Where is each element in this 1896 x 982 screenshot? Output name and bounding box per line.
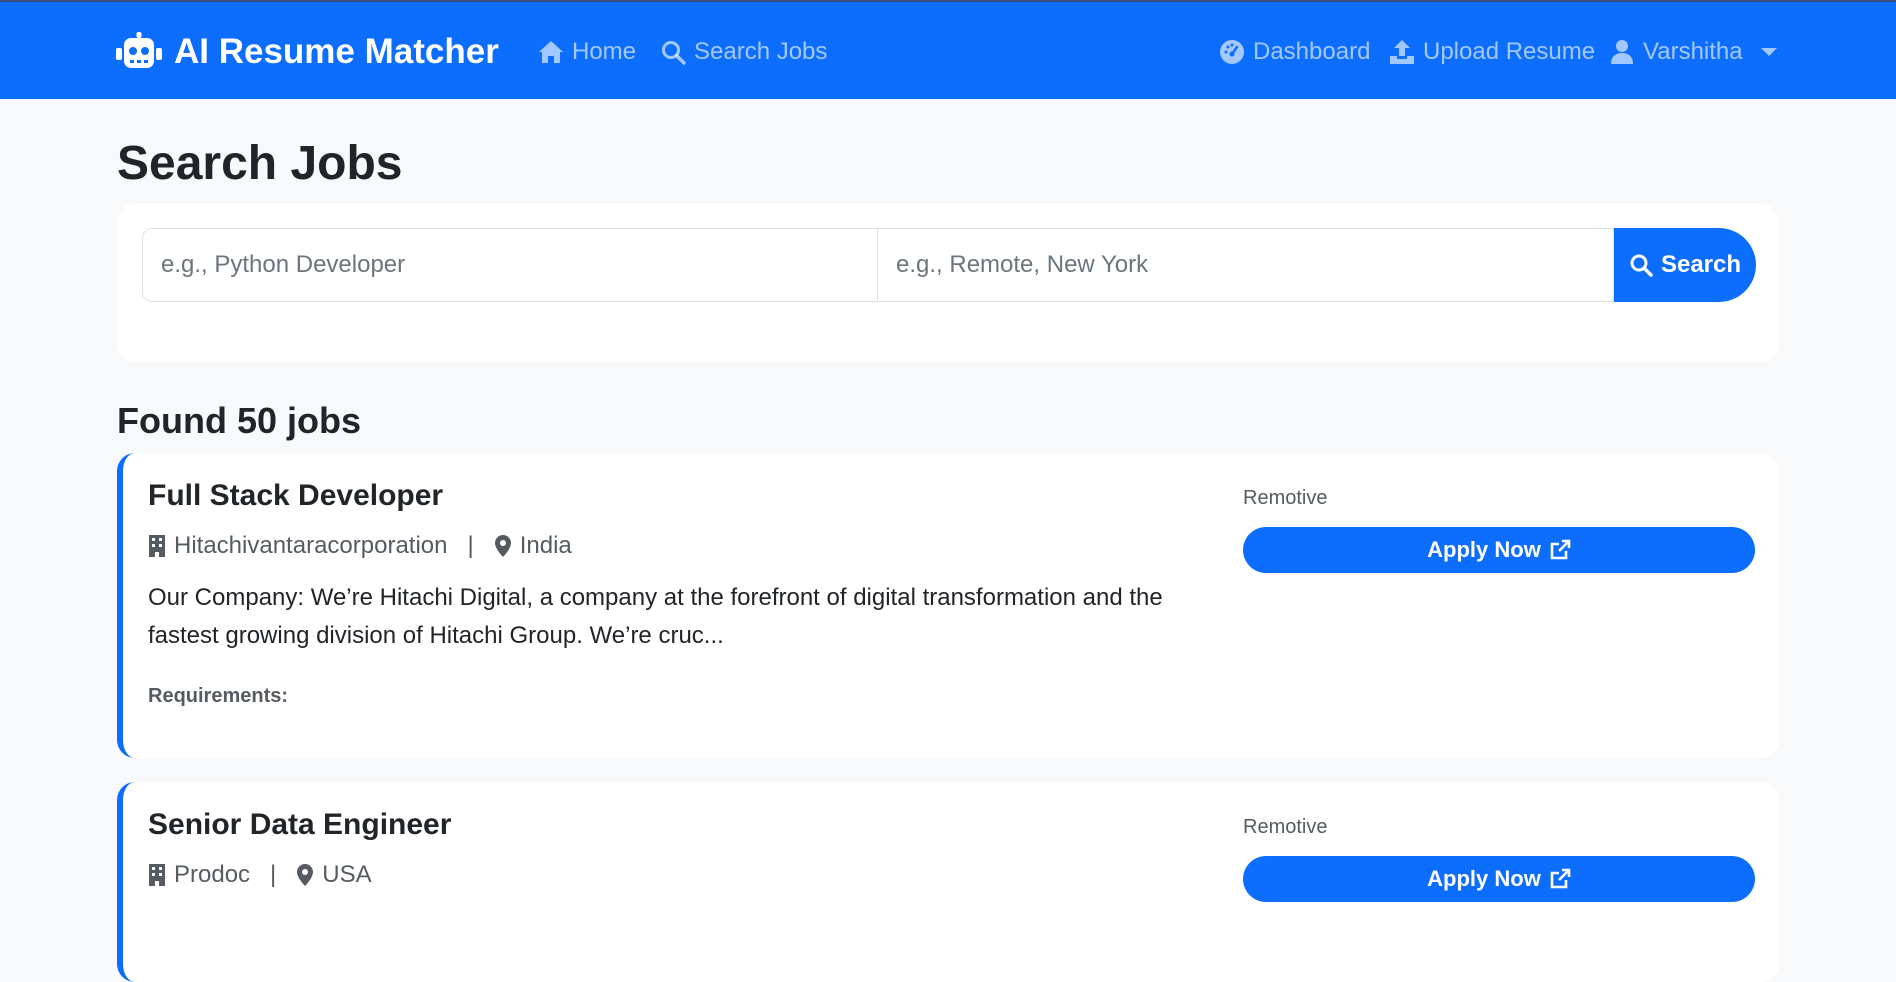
job-title: Full Stack Developer [148,479,444,512]
apply-now-button[interactable]: Apply Now [1243,856,1755,902]
home-icon [539,41,563,63]
apply-now-label: Apply Now [1427,537,1541,562]
job-requirements-label: Requirements: [148,685,289,707]
search-form: Search [142,228,1756,302]
job-card: Senior Data Engineer Prodoc | USA Remoti… [117,782,1779,982]
nav-home[interactable]: Home [538,36,636,68]
apply-now-button[interactable]: Apply Now [1243,527,1755,573]
job-description: Our Company: We’re Hitachi Digital, a co… [148,584,1163,649]
nav-dashboard-label: Dashboard [1253,38,1371,65]
nav-search-jobs[interactable]: Search Jobs [660,36,827,68]
job-source: Remotive [1243,487,1328,509]
nav-upload-resume-label: Upload Resume [1423,38,1596,65]
brand-logo[interactable]: AI Resume Matcher [116,30,499,74]
external-link-icon [1550,868,1571,889]
search-button[interactable]: Search [1614,228,1756,302]
job-title: Senior Data Engineer [148,808,452,841]
job-company: Prodoc [174,861,251,888]
top-navbar: AI Resume Matcher Home Search Jobs Dashb… [0,0,1896,99]
job-card: Full Stack Developer Hitachivantaracorpo… [117,453,1779,758]
job-location: India [519,532,572,559]
user-menu-dropdown[interactable]: Varshitha [1609,36,1777,68]
nav-home-label: Home [572,38,637,65]
location-search-input[interactable] [878,228,1614,302]
results-count-heading: Found 50 jobs [117,400,362,441]
apply-now-label: Apply Now [1427,866,1541,891]
search-icon [1630,254,1653,277]
job-company: Hitachivantaracorporation [174,532,448,559]
meta-separator: | [270,861,277,888]
nav-search-jobs-label: Search Jobs [694,38,828,65]
location-pin-icon [494,535,511,557]
external-link-icon [1550,539,1571,560]
meta-separator: | [467,532,474,559]
nav-upload-resume[interactable]: Upload Resume [1389,36,1595,68]
search-icon [662,41,686,65]
user-name: Varshitha [1643,38,1743,65]
user-icon [1611,40,1633,64]
job-location: USA [322,861,372,888]
search-button-label: Search [1660,251,1742,278]
building-icon [149,535,165,557]
keyword-search-input[interactable] [142,228,878,302]
upload-icon [1390,40,1414,64]
dashboard-icon [1220,40,1244,64]
chevron-down-icon [1760,48,1777,56]
job-meta: Hitachivantaracorporation | India [148,531,572,561]
building-icon [149,864,165,886]
job-meta: Prodoc | USA [148,860,372,890]
page-title: Search Jobs [117,137,403,190]
robot-icon [116,32,162,68]
brand-name: AI Resume Matcher [174,32,499,71]
nav-dashboard[interactable]: Dashboard [1219,36,1370,68]
search-card: Search [117,204,1779,362]
location-pin-icon [297,864,314,886]
job-source: Remotive [1243,816,1328,838]
